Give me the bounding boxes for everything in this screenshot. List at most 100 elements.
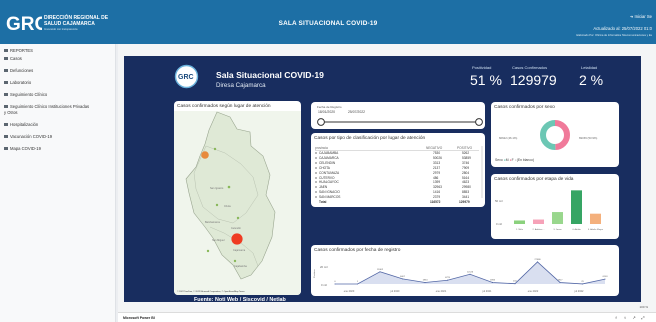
row-checkbox[interactable] xyxy=(315,186,317,189)
sidebar-item-seguimiento[interactable]: Seguimiento Clínico xyxy=(4,92,47,98)
province-cell: CONTUMAZA xyxy=(319,170,340,175)
date-filter-card: Fecha de Registro 18/01/2020 25/07/2022 xyxy=(311,102,485,129)
row-checkbox[interactable] xyxy=(315,161,317,164)
header-negativo: NEGATIVO xyxy=(426,146,443,150)
sidebar-item-mapa[interactable]: Mapa COVID-19 xyxy=(4,146,41,152)
row-checkbox[interactable] xyxy=(315,166,317,169)
negative-cell: 32963 xyxy=(433,185,442,190)
negative-cell: 2979 xyxy=(433,170,441,175)
timeline-data-label: 12126 xyxy=(467,271,474,273)
timeline-point[interactable] xyxy=(536,261,539,263)
timeline-point[interactable] xyxy=(356,283,359,285)
sidebar-item-label: Mapa COVID-19 xyxy=(10,146,41,151)
share-icon[interactable]: ↗ xyxy=(632,316,636,320)
slider-start-handle[interactable] xyxy=(317,118,325,126)
header-positivo: POSITIVO xyxy=(457,146,473,150)
update-timestamp: Actualizado al: 25/07/2022 01:0 xyxy=(593,26,652,31)
timeline-x-label: jul 2021 xyxy=(482,290,492,293)
age-bar[interactable] xyxy=(552,212,563,224)
sidebar-item-label: REPORTES xyxy=(10,48,33,53)
row-checkbox[interactable] xyxy=(315,152,317,154)
map-bubble[interactable] xyxy=(206,249,210,253)
header-provincia: provincia xyxy=(315,146,328,150)
bar-chart-icon xyxy=(4,123,8,127)
age-bar-chart[interactable]: 1. Niño 2. Adolesc... 3. Joven 4. Adulto 5. … xyxy=(491,174,619,239)
twitter-icon[interactable]: t xyxy=(623,316,627,320)
map-bubble[interactable] xyxy=(201,151,209,159)
timeline-x-label: jul 2022 xyxy=(574,290,584,293)
total-positive: 129979 xyxy=(459,200,470,204)
timeline-data-label: 1834 xyxy=(423,280,429,282)
positive-cell: 3746 xyxy=(462,160,470,165)
sidebar-item-hospitalizacion[interactable]: Hospitalización xyxy=(4,122,38,128)
timeline-point[interactable] xyxy=(514,283,516,285)
row-checkbox[interactable] xyxy=(315,156,317,159)
sidebar-item-label: Laboratorio xyxy=(10,80,32,85)
row-checkbox[interactable] xyxy=(315,191,317,194)
date-slider[interactable] xyxy=(311,102,485,129)
sidebar: REPORTES Casos Defunciones Laboratorio S… xyxy=(0,44,116,322)
table-scrollbar[interactable] xyxy=(481,146,483,198)
timeline-point[interactable] xyxy=(559,281,561,284)
zoom-level[interactable]: 100 % xyxy=(639,305,648,309)
map-bubble[interactable] xyxy=(231,233,243,245)
sidebar-item-defunciones[interactable]: Defunciones xyxy=(4,68,33,74)
map-place-label: Cajamarca xyxy=(233,249,246,252)
sidebar-item-label: Casos xyxy=(10,56,22,61)
province-cell: SAN MARCOS xyxy=(319,195,341,200)
sidebar-item-vacunacion[interactable]: Vacunación COVID-19 xyxy=(4,134,52,140)
powerbi-label[interactable]: Microsoft Power BI xyxy=(123,316,155,320)
negative-cell: 3313 xyxy=(433,160,441,165)
fullscreen-icon[interactable]: ⤢ xyxy=(641,316,645,320)
legend-m: M xyxy=(505,158,509,162)
age-category-label: 5. Adulto Mayor xyxy=(588,228,603,231)
age-bar[interactable] xyxy=(533,219,544,224)
positive-cell: 29980 xyxy=(462,185,471,190)
map-bubble[interactable] xyxy=(213,147,217,151)
row-checkbox[interactable] xyxy=(315,171,317,174)
kpi-positividad-value: 51 % xyxy=(470,72,502,88)
timeline-point[interactable] xyxy=(604,278,606,280)
map-bubble[interactable] xyxy=(233,259,237,263)
cajamarca-map[interactable]: San Ignacio Chota Bambamarca Celendín Sa… xyxy=(174,101,301,295)
developer-credit: Elaborado Por: Oficina de Informática Te… xyxy=(576,34,652,37)
age-bar[interactable] xyxy=(571,190,582,224)
age-bar[interactable] xyxy=(590,213,601,224)
timeline-point[interactable] xyxy=(424,281,426,284)
timeline-point[interactable] xyxy=(401,278,404,280)
timeline-point[interactable] xyxy=(379,271,381,273)
timeline-point[interactable] xyxy=(581,283,584,285)
sidebar-item-label: Defunciones xyxy=(10,68,34,73)
kpi-casos-value: 129979 xyxy=(510,72,557,88)
timeline-chart[interactable]: 0 115302640718344725121261894410275861917… xyxy=(311,245,619,296)
sidebar-item-reportes[interactable]: REPORTES xyxy=(4,48,33,54)
timeline-data-label: 1917 xyxy=(558,279,564,281)
sidebar-item-label-line2: y Otros xyxy=(4,110,18,115)
map-bubble[interactable] xyxy=(236,216,240,220)
row-checkbox[interactable] xyxy=(315,196,317,199)
negative-cell: 50026 xyxy=(433,155,442,160)
sidebar-item-label: Seguimiento Clínico Instituciones Privad… xyxy=(10,104,90,109)
facebook-icon[interactable]: f xyxy=(614,316,618,320)
map-bubble[interactable] xyxy=(215,203,219,207)
timeline-point[interactable] xyxy=(446,279,449,281)
map-place-label: San Miguel xyxy=(212,239,225,242)
slider-end-handle[interactable] xyxy=(475,118,483,126)
sex-legend: Sexo ●M ●F ●(En blanco) xyxy=(495,158,534,162)
negative-cell: 1416 xyxy=(433,190,441,195)
login-link[interactable]: ➜ Iniciar Se xyxy=(630,14,652,19)
timeline-point[interactable] xyxy=(469,273,471,275)
timeline-point[interactable] xyxy=(491,281,494,284)
sidebar-item-seguimiento-privadas[interactable]: Seguimiento Clínico Instituciones Privad… xyxy=(4,104,89,116)
bar-chart-icon xyxy=(4,135,8,139)
timeline-data-label: 15302 xyxy=(377,269,384,271)
row-checkbox[interactable] xyxy=(315,176,317,179)
sidebar-item-casos[interactable]: Casos xyxy=(4,56,22,62)
sidebar-item-laboratorio[interactable]: Laboratorio xyxy=(4,80,31,86)
age-category-label: 3. Joven xyxy=(553,229,562,231)
row-checkbox[interactable] xyxy=(315,181,317,184)
gear-icon xyxy=(4,49,8,53)
age-bar[interactable] xyxy=(514,220,525,224)
timeline-point[interactable] xyxy=(334,283,336,285)
map-bubble[interactable] xyxy=(227,185,231,189)
